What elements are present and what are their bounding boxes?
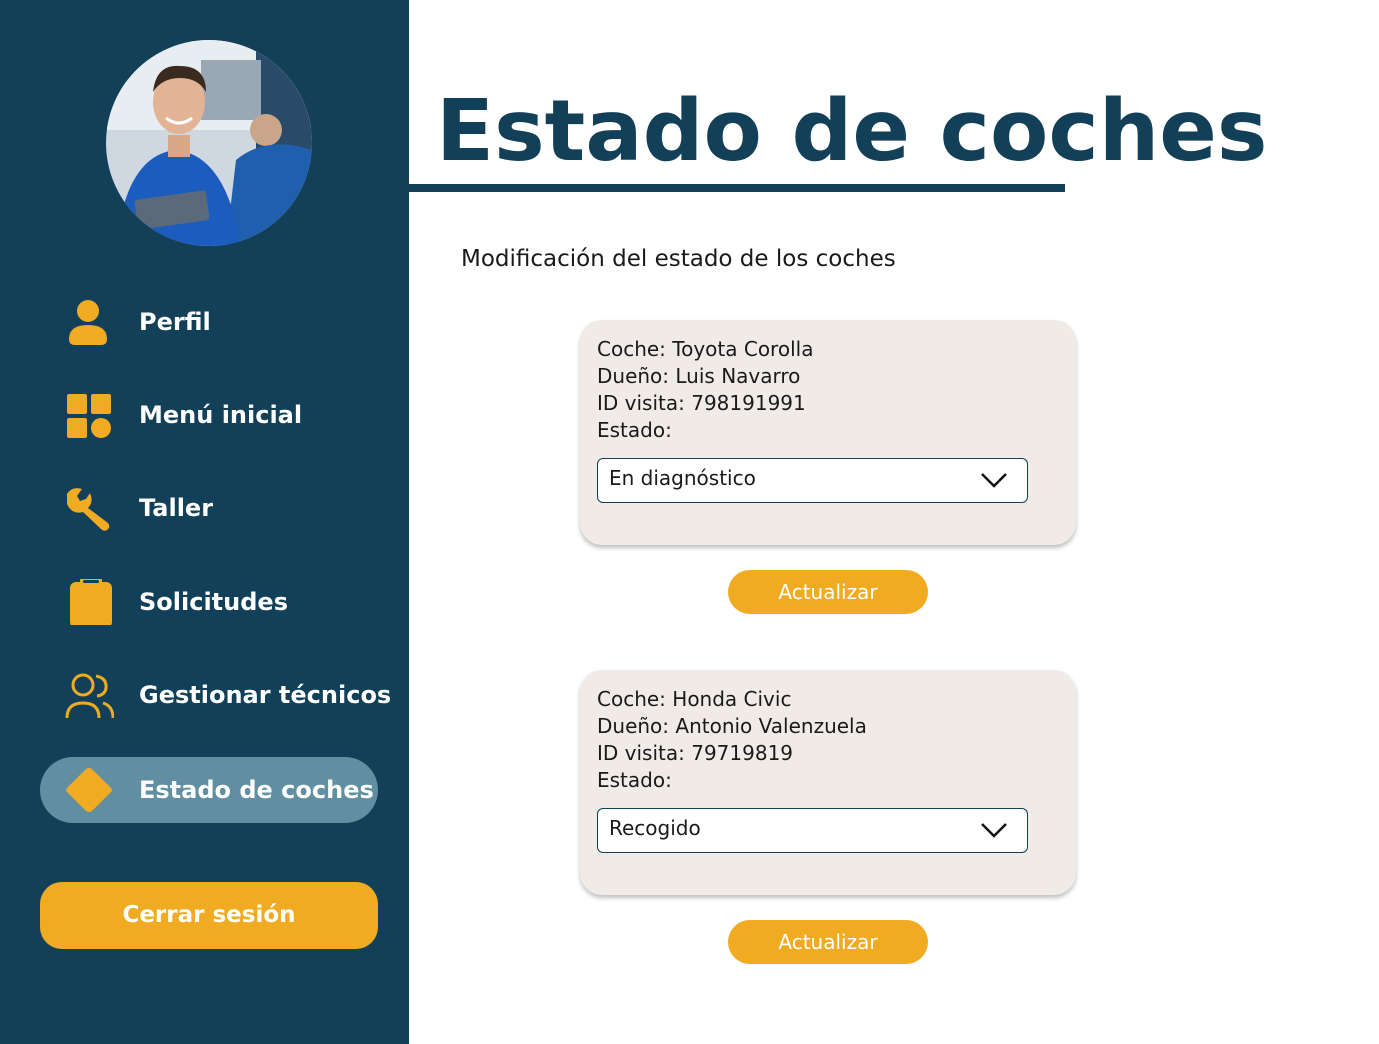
sidebar-item-perfil[interactable]: Perfil [40, 289, 378, 355]
car-owner: Dueño: Antonio Valenzuela [597, 714, 867, 738]
sidebar-item-label: Perfil [139, 308, 211, 336]
sidebar-item-solicitudes[interactable]: Solicitudes [40, 569, 378, 635]
sidebar-item-label: Menú inicial [139, 401, 303, 429]
car-owner: Dueño: Luis Navarro [597, 364, 801, 388]
car-model: Coche: Toyota Corolla [597, 337, 814, 361]
sidebar-item-estado-de-coches[interactable]: Estado de coches [40, 757, 378, 823]
sidebar-item-label: Solicitudes [139, 588, 288, 616]
update-button[interactable]: Actualizar [728, 920, 928, 964]
car-model: Coche: Honda Civic [597, 687, 792, 711]
car-card: Coche: Toyota Corolla Dueño: Luis Navarr… [580, 320, 1076, 545]
profile-avatar [106, 40, 312, 246]
sidebar-item-label: Estado de coches [139, 776, 374, 804]
status-label: Estado: [597, 768, 672, 792]
sidebar-item-label: Gestionar técnicos [139, 681, 392, 709]
wrench-icon [67, 488, 110, 531]
chevron-down-icon [981, 823, 1007, 838]
clipboard-icon [70, 579, 112, 625]
diamond-icon [66, 768, 112, 812]
status-select-value: En diagnóstico [609, 466, 756, 490]
status-label: Estado: [597, 418, 672, 442]
grid-icon [67, 394, 111, 438]
page-subtitle: Modificación del estado de los coches [461, 246, 896, 272]
sidebar-item-menu-inicial[interactable]: Menú inicial [40, 382, 378, 448]
update-button[interactable]: Actualizar [728, 570, 928, 614]
visit-id: ID visita: 798191991 [597, 391, 806, 415]
status-select[interactable]: Recogido [597, 808, 1028, 853]
title-divider [409, 184, 1065, 192]
users-icon [65, 673, 114, 718]
sidebar-item-taller[interactable]: Taller [40, 475, 378, 541]
status-select-value: Recogido [609, 816, 701, 840]
car-card: Coche: Honda Civic Dueño: Antonio Valenz… [580, 670, 1076, 895]
page-title: Estado de coches [436, 82, 1268, 181]
sidebar-item-gestionar-tecnicos[interactable]: Gestionar técnicos [40, 662, 391, 728]
sidebar: Perfil Menú inicial Taller Solicitudes G… [0, 0, 409, 1044]
logout-button[interactable]: Cerrar sesión [40, 882, 378, 949]
user-icon [69, 300, 107, 345]
visit-id: ID visita: 79719819 [597, 741, 794, 765]
chevron-down-icon [981, 473, 1007, 488]
status-select[interactable]: En diagnóstico [597, 458, 1028, 503]
sidebar-item-label: Taller [139, 494, 214, 522]
